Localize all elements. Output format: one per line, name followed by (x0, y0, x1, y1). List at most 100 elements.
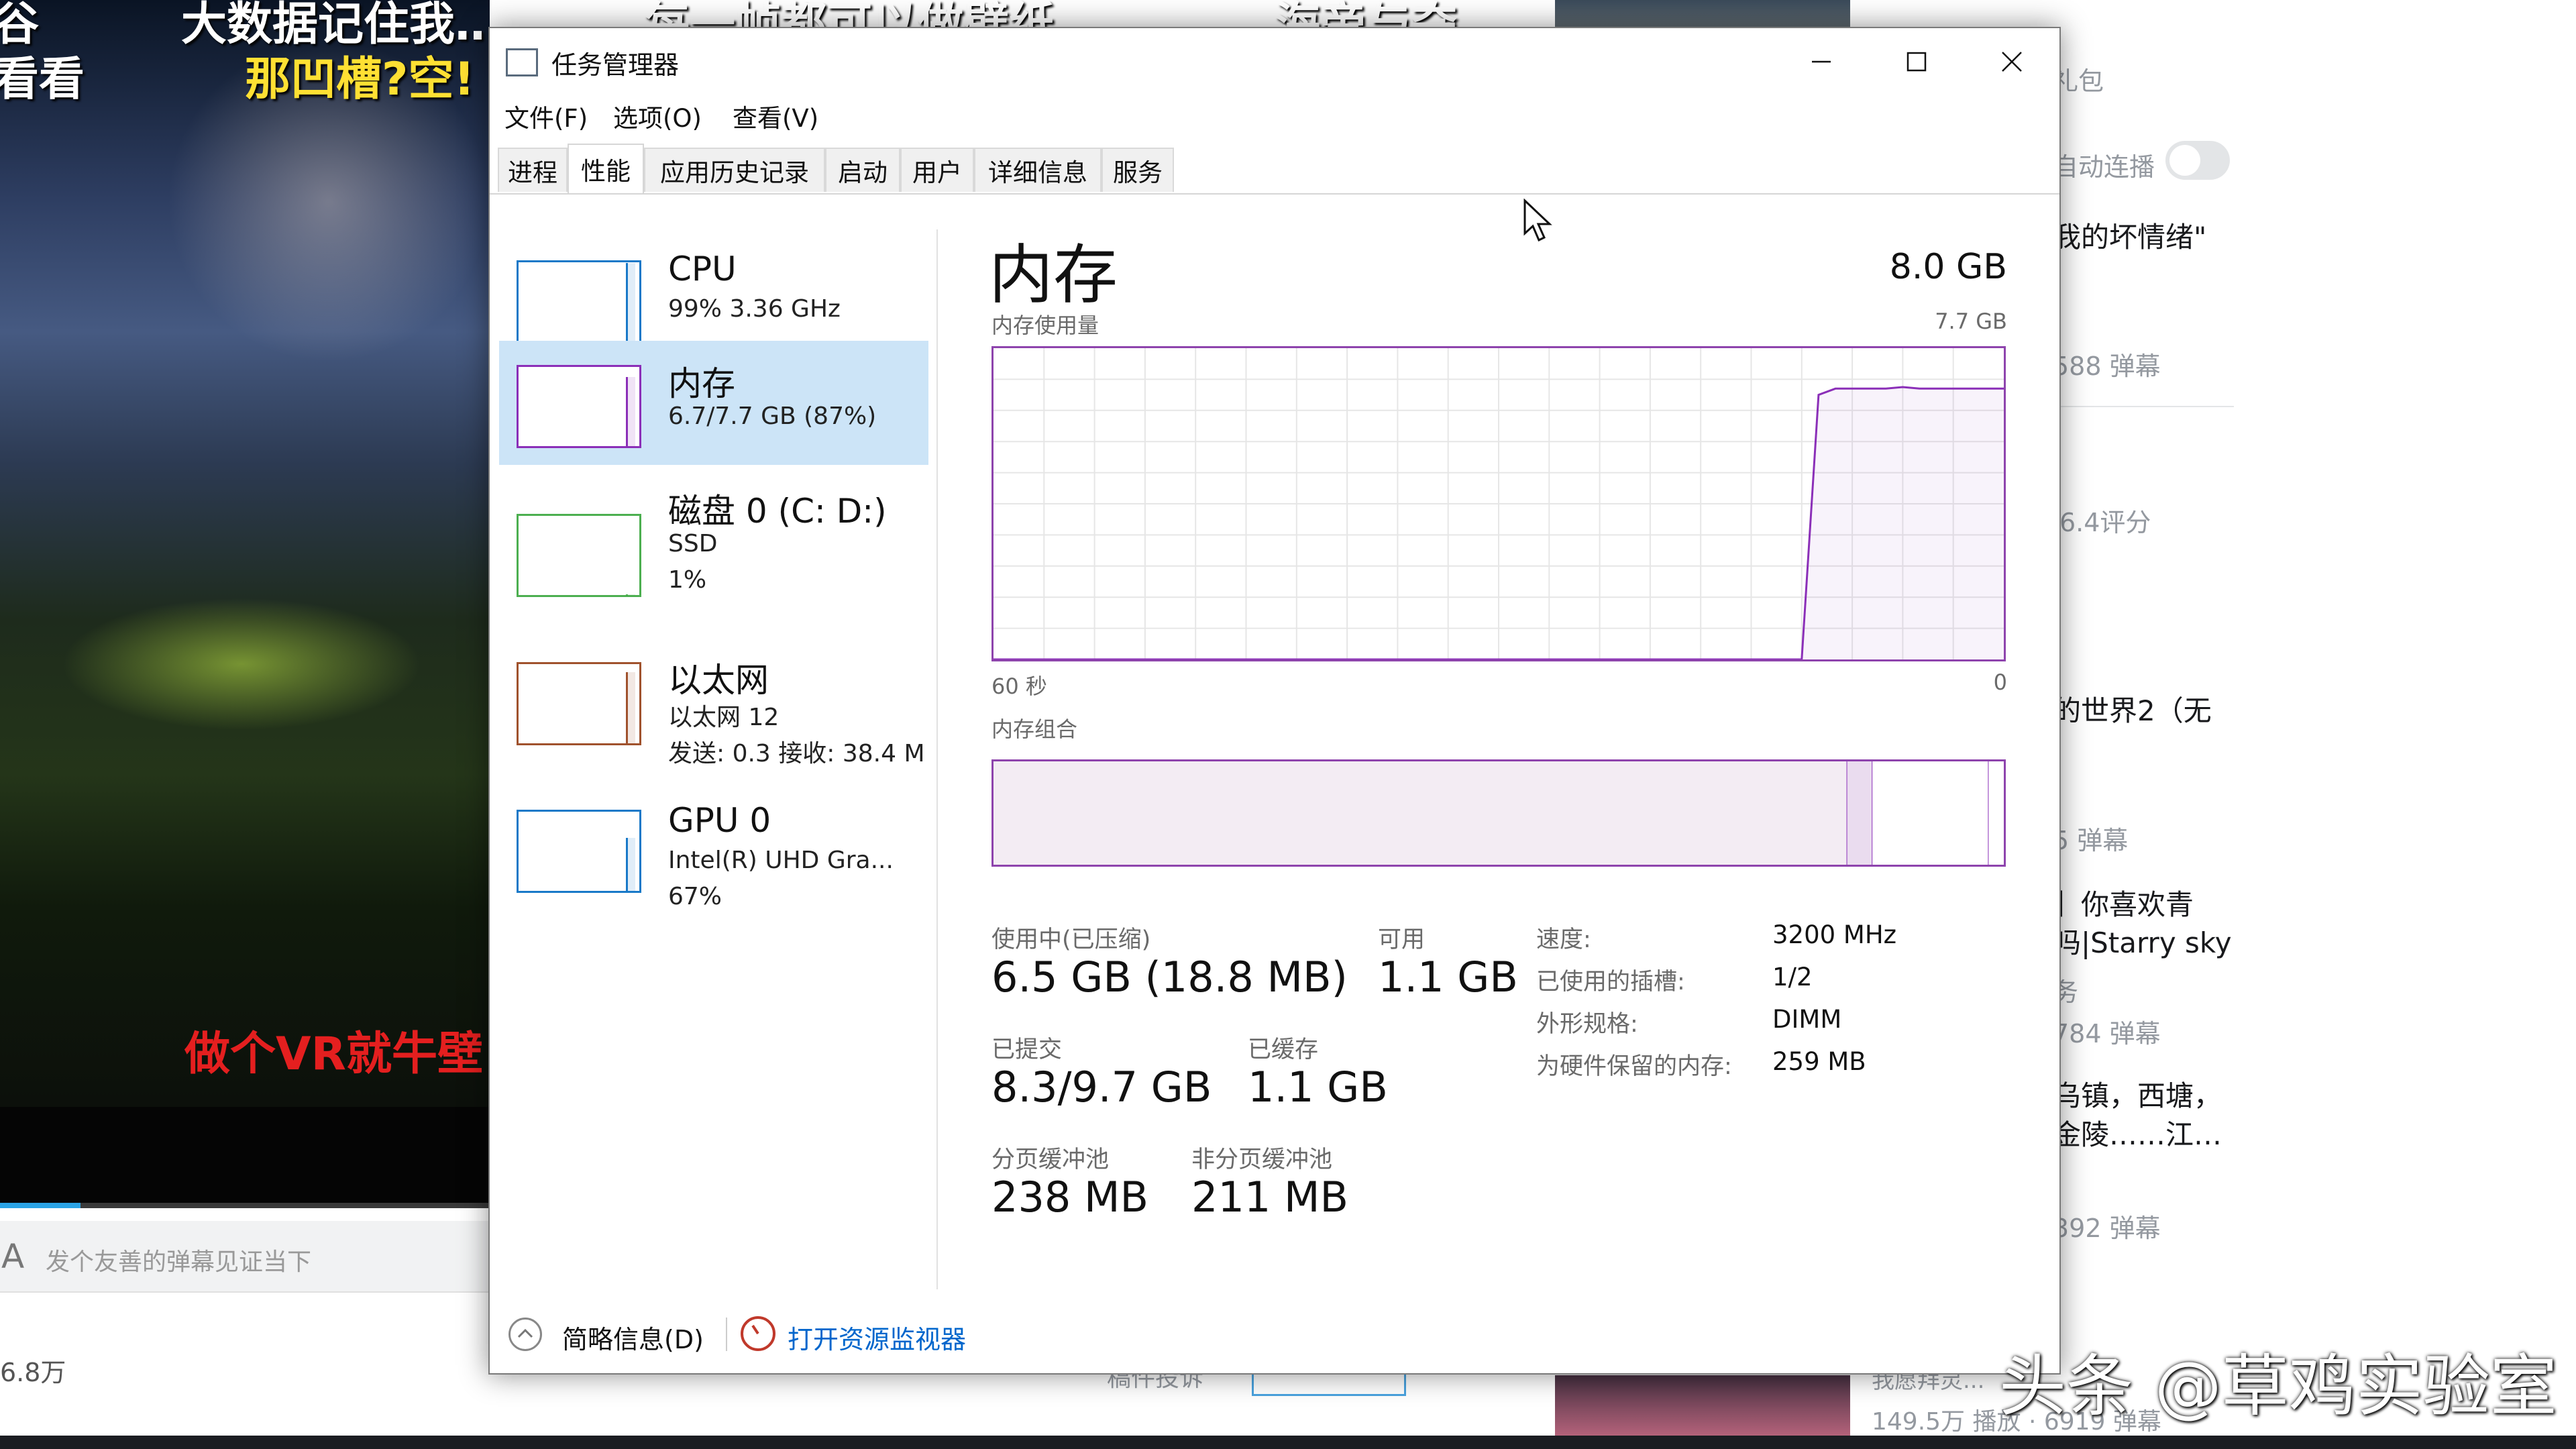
sidebar-item-title: 内存 (668, 364, 735, 403)
mini-graph-fill (626, 672, 635, 743)
menu-file[interactable]: 文件(F) (504, 98, 588, 134)
spec-form-factor-value: DIMM (1772, 1005, 1842, 1034)
modified-segment (1847, 761, 1873, 865)
disk-mini-graph (517, 514, 641, 597)
recommend-title[interactable]: 】你喜欢青 (2053, 882, 2194, 923)
mini-graph-fill (626, 263, 635, 341)
watermark: 头条 @草鸡实验室 (1999, 1347, 2557, 1426)
spec-reserved-label: 为硬件保留的内存: (1536, 1053, 1732, 1080)
committed-value: 8.3/9.7 GB (991, 1063, 1212, 1112)
memory-usage-graph (991, 346, 2006, 661)
nonpaged-pool-value: 211 MB (1191, 1173, 1349, 1222)
recommend-meta: 588 弹幕 (2053, 352, 2161, 381)
free-segment (1988, 761, 2004, 865)
spec-speed-value: 3200 MHz (1772, 920, 1897, 949)
danmaku-style-icon[interactable]: A (1, 1237, 24, 1276)
usage-graph-label: 内存使用量 (991, 313, 1099, 338)
sidebar-item-cpu[interactable]: CPU 99% 3.36 GHz (499, 223, 928, 347)
sidebar-divider (936, 229, 938, 1289)
recommend-title[interactable]: 乌镇，西塘， (2053, 1073, 2222, 1114)
tab-processes[interactable]: 进程 (498, 148, 568, 192)
recommend-thumbnail[interactable] (1555, 0, 1850, 27)
tab-details[interactable]: 详细信息 (974, 148, 1102, 192)
sidebar-item-memory[interactable]: 内存 6.7/7.7 GB (87%) (499, 341, 928, 465)
page-title: 内存 (989, 237, 1118, 313)
maximize-button[interactable] (1869, 28, 1964, 95)
toggle-knob (2169, 145, 2200, 176)
footer-bar (490, 1296, 2059, 1370)
recommend-meta: 392 弹幕 (2053, 1214, 2161, 1243)
recommend-meta: 5 弹幕 (2053, 826, 2129, 855)
memory-total: 8.0 GB (1889, 247, 2007, 287)
recommend-title[interactable]: 我的坏情绪" (2053, 215, 2206, 256)
tab-performance[interactable]: 性能 (568, 144, 644, 193)
nonpaged-pool-label: 非分页缓冲池 (1191, 1146, 1333, 1173)
sidebar-item-detail: SSD (668, 530, 718, 557)
committed-label: 已提交 (991, 1036, 1063, 1063)
menu-options[interactable]: 选项(O) (613, 98, 702, 134)
tab-app-history[interactable]: 应用历史记录 (644, 148, 825, 192)
video-progress-fill (0, 1203, 80, 1208)
video-letterbox (0, 1107, 490, 1204)
taskbar-edge (0, 1436, 2576, 1449)
graph-axis-right: 0 (1993, 669, 2007, 695)
standby-segment (1872, 761, 1989, 865)
spec-slots-value: 1/2 (1772, 963, 1813, 991)
recommend-title[interactable]: 金陵……江… (2053, 1112, 2222, 1153)
divider (2059, 406, 2234, 407)
sidebar-item-detail: 99% 3.36 GHz (668, 295, 841, 323)
recommend-title[interactable]: 的世界2（无 (2053, 688, 2212, 729)
autoplay-label: 自动连播 (2053, 152, 2155, 182)
task-manager-icon (506, 48, 538, 76)
composition-svg (994, 761, 2004, 865)
in-use-segment (994, 761, 1847, 865)
sidebar-item-title: 以太网 (668, 661, 769, 700)
danmaku-placeholder: 发个友善的弹幕见证当下 (46, 1248, 312, 1276)
sidebar-item-title: GPU 0 (668, 801, 771, 840)
composition-label: 内存组合 (991, 716, 1078, 742)
cpu-mini-graph (517, 260, 641, 343)
cached-value: 1.1 GB (1248, 1063, 1388, 1112)
minimize-icon (1812, 60, 1831, 63)
menu-bar (490, 95, 2059, 142)
sidebar-item-detail: 1% (668, 566, 707, 594)
graph-axis-left: 60 秒 (991, 674, 1047, 699)
window-title: 任务管理器 (551, 50, 680, 80)
sidebar-item-detail: 以太网 12 (668, 704, 780, 731)
video-player[interactable] (0, 0, 568, 1107)
memory-composition-bar (991, 759, 2006, 867)
memory-mini-graph (517, 365, 641, 448)
in-use-value: 6.5 GB (18.8 MB) (991, 953, 1348, 1002)
spec-slots-label: 已使用的插槽: (1536, 969, 1685, 996)
recommend-thumbnail[interactable] (1555, 1375, 1850, 1436)
close-icon (2002, 52, 2022, 72)
mini-graph-fill (626, 837, 635, 891)
minimize-button[interactable] (1774, 28, 1869, 95)
sidebar-item-disk[interactable]: 磁盘 0 (C: D:) SSD 1% (499, 471, 928, 597)
spec-speed-label: 速度: (1536, 926, 1591, 953)
paged-pool-value: 238 MB (991, 1173, 1149, 1222)
video-progress-bar[interactable] (0, 1203, 490, 1208)
menu-view[interactable]: 查看(V) (733, 98, 818, 134)
resource-monitor-icon[interactable] (741, 1316, 775, 1351)
tab-users[interactable]: 用户 (900, 148, 974, 192)
tab-startup[interactable]: 启动 (825, 148, 900, 192)
spec-reserved-value: 259 MB (1772, 1047, 1866, 1076)
tab-services[interactable]: 服务 (1102, 148, 1174, 192)
open-resource-monitor-link[interactable]: 打开资源监视器 (788, 1319, 966, 1356)
fewer-details-button[interactable]: 简略信息(D) (562, 1319, 704, 1356)
danmaku-text: 看看 (0, 53, 85, 106)
sidebar-item-gpu[interactable]: GPU 0 Intel(R) UHD Gra... 67% (499, 780, 928, 910)
paged-pool-label: 分页缓冲池 (991, 1146, 1110, 1173)
recommend-title[interactable]: 吗|Starry sky (2053, 920, 2232, 961)
chevron-up-icon[interactable] (508, 1318, 542, 1351)
close-button[interactable] (1964, 28, 2059, 95)
sidebar-item-detail: Intel(R) UHD Gra... (668, 847, 894, 874)
view-count: 6.8万 (0, 1358, 66, 1387)
sidebar-item-detail: 67% (668, 883, 722, 910)
task-manager-window[interactable]: 任务管理器 文件(F) 选项(O) 查看(V) 进程 性能 应用历史记录 启动 … (488, 27, 2061, 1375)
usage-graph-svg (994, 348, 2004, 661)
mouse-cursor-icon (1523, 199, 1552, 242)
gpu-mini-graph (517, 810, 641, 893)
sidebar-item-ethernet[interactable]: 以太网 以太网 12 发送: 0.3 接收: 38.4 M (499, 619, 928, 767)
